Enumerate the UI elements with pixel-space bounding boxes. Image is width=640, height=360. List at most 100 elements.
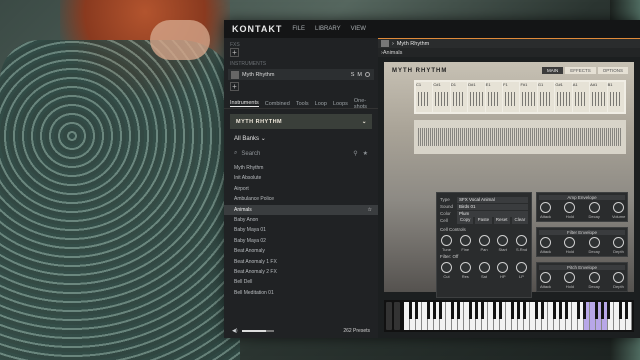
sample-cell[interactable]: F1 [503, 82, 520, 112]
library-banner[interactable]: MYTH RHYTHM ⌄ [230, 114, 372, 129]
black-key[interactable] [492, 302, 496, 319]
filter-decay-knob[interactable]: Decay [588, 237, 601, 254]
pan-knob[interactable]: Pan [478, 235, 491, 252]
mute-button[interactable]: M [357, 72, 362, 78]
pitch-hold-knob[interactable]: Hold [563, 272, 576, 289]
black-key[interactable] [438, 302, 442, 319]
black-key[interactable] [522, 302, 526, 319]
sample-cell[interactable]: C#1 [433, 82, 450, 112]
list-item[interactable]: Bell Dell [224, 277, 378, 287]
filter-depth-knob[interactable]: Depth [612, 237, 625, 254]
start-knob[interactable]: Start [496, 235, 509, 252]
pitch-wheel[interactable] [386, 302, 392, 330]
black-key[interactable] [456, 302, 460, 319]
filter-label[interactable]: Filter: Off [440, 254, 528, 259]
favorite-icon[interactable]: ★ [363, 150, 368, 157]
pitch-attack-knob[interactable]: Attack [539, 272, 552, 289]
black-key[interactable] [564, 302, 568, 319]
cutoff-knob[interactable]: Cut [440, 262, 453, 279]
sample-cell[interactable]: B1 [607, 82, 624, 112]
amp-volume-knob[interactable]: Volume [612, 202, 625, 219]
black-key[interactable] [426, 302, 430, 319]
amp-decay-knob[interactable]: Decay [588, 202, 601, 219]
tab-combined[interactable]: Combined [265, 101, 290, 107]
black-key[interactable] [624, 302, 628, 319]
sample-cell[interactable]: E1 [485, 82, 503, 112]
pitch-decay-knob[interactable]: Decay [588, 272, 601, 289]
black-key[interactable] [408, 302, 412, 319]
star-icon[interactable]: ☆ [368, 205, 372, 215]
black-key[interactable] [414, 302, 418, 319]
list-item[interactable]: Ambulance Police [224, 194, 378, 204]
tune-knob-icon[interactable] [365, 72, 370, 77]
list-item-selected[interactable]: Animals ☆ [224, 204, 378, 215]
list-item[interactable]: Init Absolute [224, 173, 378, 183]
saturation-knob[interactable]: Sat [478, 262, 491, 279]
tab-options[interactable]: OPTIONS [597, 67, 628, 74]
list-item[interactable]: Baby Maya 01 [224, 225, 378, 235]
black-key[interactable] [600, 302, 604, 319]
preview-volume-slider[interactable] [241, 330, 274, 332]
tab-loops[interactable]: Loops [333, 101, 348, 107]
sample-cell[interactable]: A1 [572, 82, 590, 112]
add-instrument-button[interactable]: + [230, 82, 239, 91]
mod-wheel[interactable] [394, 302, 400, 330]
reset-button[interactable]: Reset [493, 217, 510, 224]
list-item[interactable]: Beat Anomaly [224, 246, 378, 256]
instrument-slot[interactable]: Myth Rhythm S M [228, 69, 374, 80]
chevron-right-icon[interactable]: › [392, 41, 394, 47]
filter-icon[interactable]: ⚲ [353, 150, 357, 157]
lowpass-knob[interactable]: LP [515, 262, 528, 279]
tab-one-shots[interactable]: One-shots [354, 98, 372, 110]
fine-knob[interactable]: Fine [459, 235, 472, 252]
amp-hold-knob[interactable]: Hold [563, 202, 576, 219]
solo-button[interactable]: S [351, 72, 355, 78]
black-key[interactable] [432, 302, 436, 319]
sample-cell[interactable]: A#1 [590, 82, 607, 112]
chevron-down-icon[interactable]: ⌄ [362, 119, 367, 125]
black-key[interactable] [450, 302, 454, 319]
list-item[interactable]: Bell Meditation 01 [224, 288, 378, 298]
search-input[interactable]: Search [241, 151, 260, 157]
tab-main[interactable]: MAIN [541, 67, 564, 74]
sound-select[interactable]: Birds 01 [457, 203, 528, 210]
banks-dropdown[interactable]: All Banks ⌄ [224, 135, 378, 142]
black-key[interactable] [606, 302, 610, 319]
filter-attack-knob[interactable]: Attack [539, 237, 552, 254]
clear-button[interactable]: Clear [511, 217, 528, 224]
search-bar[interactable]: ⌕ Search ⚲ ★ [224, 150, 378, 157]
pitch-depth-knob[interactable]: Depth [612, 272, 625, 289]
add-fx-button[interactable]: + [230, 48, 239, 57]
tune-knob[interactable]: Tune [440, 235, 453, 252]
list-item[interactable]: Myth Rhythm [224, 163, 378, 173]
tab-instruments[interactable]: Instruments [230, 100, 259, 107]
tab-loop[interactable]: Loop [315, 101, 327, 107]
list-item[interactable]: Baby Maya 02 [224, 236, 378, 246]
black-key[interactable] [594, 302, 598, 319]
black-key[interactable] [516, 302, 520, 319]
filter-hold-knob[interactable]: Hold [563, 237, 576, 254]
sample-cell[interactable]: C1 [416, 82, 433, 112]
list-item[interactable]: Airport [224, 184, 378, 194]
list-item[interactable]: Beat Anomaly 1 FX [224, 257, 378, 267]
resonance-knob[interactable]: Res [459, 262, 472, 279]
black-key[interactable] [480, 302, 484, 319]
menu-view[interactable]: VIEW [351, 26, 366, 32]
black-key[interactable] [576, 302, 580, 319]
list-item[interactable]: Beat Anomaly 2 FX [224, 267, 378, 277]
tab-tools[interactable]: Tools [296, 101, 309, 107]
paste-button[interactable]: Paste [475, 217, 492, 224]
sample-cell[interactable]: D#1 [468, 82, 485, 112]
sample-cell[interactable]: G1 [537, 82, 555, 112]
black-key[interactable] [582, 302, 586, 319]
amp-attack-knob[interactable]: Attack [539, 202, 552, 219]
black-key[interactable] [540, 302, 544, 319]
menu-file[interactable]: FILE [292, 26, 305, 32]
black-key[interactable] [468, 302, 472, 319]
sample-cell[interactable]: F#1 [520, 82, 537, 112]
black-key[interactable] [474, 302, 478, 319]
black-key[interactable] [618, 302, 622, 319]
black-key[interactable] [510, 302, 514, 319]
start-random-knob[interactable]: S.Rnd [515, 235, 528, 252]
sample-cell[interactable]: D1 [450, 82, 468, 112]
